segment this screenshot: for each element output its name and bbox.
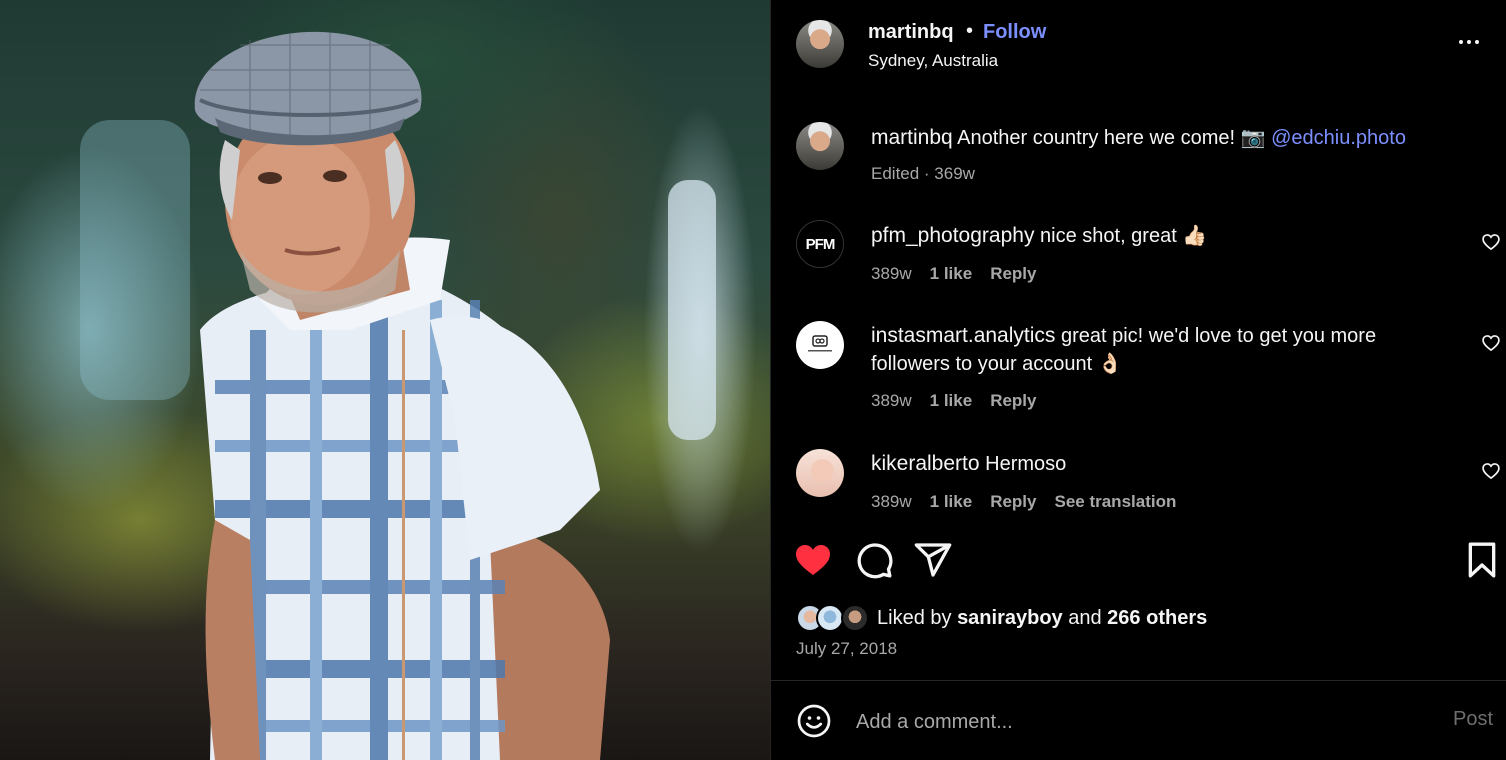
more-horizontal-icon[interactable]: [1454, 32, 1484, 52]
author-username[interactable]: martinbq: [868, 21, 954, 44]
author-avatar[interactable]: [796, 20, 844, 68]
follow-button[interactable]: Follow: [983, 21, 1046, 44]
header-separator: •: [966, 20, 974, 42]
liker-avatar[interactable]: [816, 604, 844, 632]
comment-avatar[interactable]: PFM: [796, 220, 844, 268]
comment-likes[interactable]: 1 like: [930, 391, 973, 411]
caption-edited-time: Edited · 369w: [871, 164, 975, 183]
post-comment-button[interactable]: Post: [1453, 708, 1493, 731]
emoji-icon[interactable]: [796, 703, 832, 739]
share-icon[interactable]: [913, 540, 953, 580]
comment-body: Hermoso: [985, 453, 1067, 475]
comment-like-heart-icon[interactable]: [1481, 461, 1501, 481]
see-translation-button[interactable]: See translation: [1054, 492, 1176, 512]
caption-meta: Edited · 369w: [871, 164, 975, 184]
comment-input[interactable]: [856, 705, 1416, 739]
liked-by-text: Liked by sanirayboy and 266 others: [877, 607, 1207, 630]
comment-meta: 389w 1 like Reply: [871, 391, 1036, 411]
liked-by-prefix: Liked by: [877, 607, 952, 629]
comment-like-heart-icon[interactable]: [1481, 333, 1501, 353]
reply-button[interactable]: Reply: [990, 264, 1036, 284]
comment-text: pfm_photography nice shot, great 👍🏻: [871, 222, 1441, 250]
divider: [771, 680, 1506, 681]
comment-text: instasmart.analytics great pic! we'd lov…: [871, 322, 1441, 378]
comment-icon[interactable]: [854, 540, 894, 580]
comment-username[interactable]: instasmart.analytics: [871, 324, 1055, 347]
caption-text: martinbq Another country here we come! 📷…: [871, 124, 1441, 152]
liked-by-and: and: [1068, 607, 1102, 629]
photo-subject: [80, 31, 716, 760]
comment-avatar[interactable]: [796, 449, 844, 497]
comment-likes[interactable]: 1 like: [930, 264, 973, 284]
reply-button[interactable]: Reply: [990, 391, 1036, 411]
comment-likes[interactable]: 1 like: [930, 492, 973, 512]
reply-button[interactable]: Reply: [990, 492, 1036, 512]
comment-body: nice shot, great 👍🏻: [1040, 225, 1208, 247]
post-location[interactable]: Sydney, Australia: [868, 51, 998, 71]
comment-username[interactable]: kikeralberto: [871, 452, 980, 475]
comment-avatar[interactable]: [796, 321, 844, 369]
post-details-panel: martinbq • Follow Sydney, Australia mart…: [770, 0, 1506, 760]
caption-avatar[interactable]: [796, 122, 844, 170]
comment-time[interactable]: 389w: [871, 492, 912, 512]
caption-username[interactable]: martinbq: [871, 126, 953, 149]
post-date[interactable]: July 27, 2018: [796, 639, 897, 659]
comment-meta: 389w 1 like Reply: [871, 264, 1036, 284]
comment-time[interactable]: 389w: [871, 264, 912, 284]
comment-username[interactable]: pfm_photography: [871, 224, 1034, 247]
liked-by-others[interactable]: 266 others: [1107, 607, 1207, 629]
comment-meta: 389w 1 like Reply See translation: [871, 492, 1176, 512]
post-photo[interactable]: [0, 0, 770, 760]
comment-time[interactable]: 389w: [871, 391, 912, 411]
post-actions: [771, 540, 1506, 584]
liked-by-user[interactable]: sanirayboy: [957, 607, 1063, 629]
caption-mention-link[interactable]: @edchiu.photo: [1271, 127, 1406, 149]
heart-icon[interactable]: [793, 540, 833, 580]
liker-avatar[interactable]: [841, 604, 869, 632]
instasmart-logo-icon: [808, 335, 832, 352]
pfm-logo: PFM: [805, 235, 836, 253]
caption-body: Another country here we come! 📷: [957, 127, 1266, 149]
bookmark-icon[interactable]: [1462, 540, 1502, 580]
comment-like-heart-icon[interactable]: [1481, 232, 1501, 252]
comment-text: kikeralberto Hermoso: [871, 450, 1441, 478]
